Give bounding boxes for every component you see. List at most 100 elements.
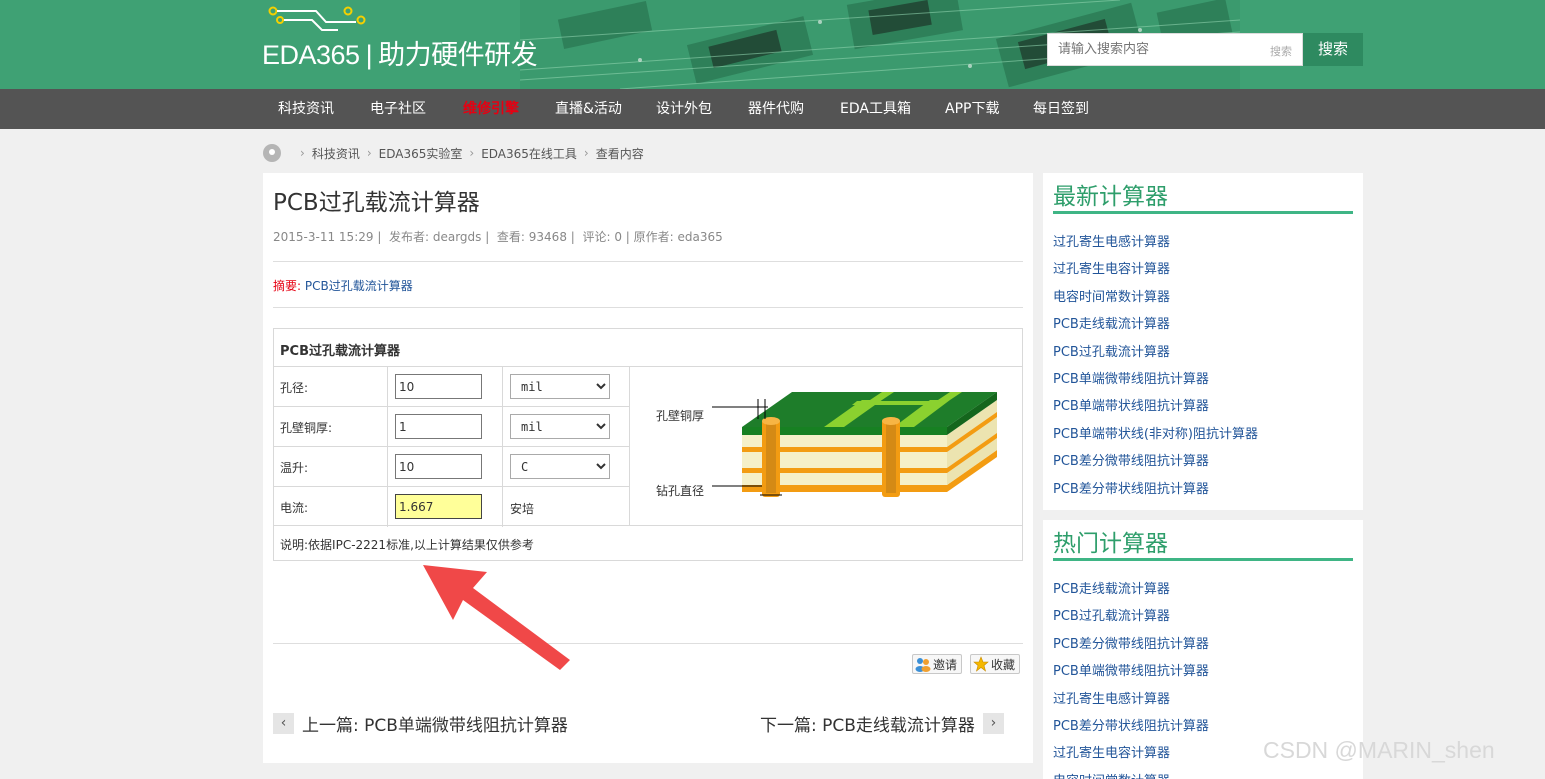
article-summary: 摘要: PCB过孔载流计算器 bbox=[273, 277, 413, 294]
chevron-right-icon: › bbox=[469, 146, 475, 160]
sidebar-link[interactable]: 过孔寄生电容计算器 bbox=[1053, 742, 1209, 769]
calculator-title: PCB过孔载流计算器 bbox=[274, 329, 1022, 367]
nav-item-live-events[interactable]: 直播&活动 bbox=[555, 89, 622, 129]
sidebar-link[interactable]: PCB差分微带线阻抗计算器 bbox=[1053, 450, 1258, 477]
red-arrow-annotation bbox=[423, 565, 570, 670]
publisher[interactable]: 发布者: deargds bbox=[389, 230, 481, 244]
field-label: 孔径: bbox=[280, 381, 309, 395]
wall-thickness-unit-select[interactable]: mil bbox=[510, 414, 610, 439]
invite-label: 邀请 bbox=[933, 657, 958, 672]
star-icon bbox=[973, 656, 989, 672]
nav-item-tech-news[interactable]: 科技资讯 bbox=[278, 89, 334, 129]
article-card: PCB过孔载流计算器 2015-3-11 15:29 | 发布者: deargd… bbox=[263, 173, 1033, 763]
sidebar-link[interactable]: PCB差分带状线阻抗计算器 bbox=[1053, 478, 1258, 505]
drill-diameter-label: 钻孔直径 bbox=[656, 484, 705, 498]
favorite-label: 收藏 bbox=[991, 657, 1016, 672]
summary-text: PCB过孔载流计算器 bbox=[304, 279, 413, 293]
field-label: 电流: bbox=[280, 501, 309, 515]
chevron-right-icon: › bbox=[583, 146, 589, 160]
nav-item-parts-purchase[interactable]: 器件代购 bbox=[748, 89, 804, 129]
logo-text: EDA365 bbox=[262, 40, 360, 70]
circuit-trace-icon bbox=[268, 6, 366, 31]
page-title: PCB过孔载流计算器 bbox=[273, 190, 480, 216]
search-box: 搜索 bbox=[1047, 33, 1303, 66]
sidebar-link[interactable]: PCB单端带状线阻抗计算器 bbox=[1053, 395, 1258, 422]
site-logo[interactable]: EDA365 | 助力硬件研发 bbox=[262, 33, 538, 72]
calculator-note: 说明:依据IPC-2221标准,以上计算结果仅供参考 bbox=[280, 538, 534, 552]
site-header: EDA365|助力硬件研发 搜索 搜索 bbox=[0, 0, 1545, 89]
site-slogan: 助力硬件研发 bbox=[378, 40, 538, 70]
row-temperature-rise: 温升: C bbox=[274, 447, 629, 487]
breadcrumb-item: 查看内容 bbox=[595, 146, 644, 161]
users-icon bbox=[915, 658, 931, 672]
sidebar-link[interactable]: 电容时间常数计算器 bbox=[1053, 286, 1258, 313]
divider bbox=[273, 307, 1023, 308]
sidebar-latest-calculators: 最新计算器 过孔寄生电感计算器 过孔寄生电容计算器 电容时间常数计算器 PCB走… bbox=[1043, 173, 1363, 510]
sidebar-link[interactable]: PCB单端带状线(非对称)阻抗计算器 bbox=[1053, 423, 1258, 450]
sidebar-link[interactable]: 过孔寄生电容计算器 bbox=[1053, 258, 1258, 285]
chevron-right-icon: › bbox=[366, 146, 372, 160]
nav-item-repair-engine[interactable]: 维修引擎 bbox=[463, 89, 519, 129]
chevron-right-icon: › bbox=[300, 146, 305, 160]
sidebar-heading: 最新计算器 bbox=[1053, 184, 1168, 210]
nav-item-outsourcing[interactable]: 设计外包 bbox=[656, 89, 712, 129]
row-hole-diameter: 孔径: mil bbox=[274, 367, 629, 407]
pcb-via-diagram: 孔壁铜厚 钻孔直径 bbox=[642, 375, 1002, 519]
sidebar-link[interactable]: 电容时间常数计算器 bbox=[1053, 770, 1209, 779]
main-nav: 科技资讯 电子社区 维修引擎 直播&活动 设计外包 器件代购 EDA工具箱 AP… bbox=[0, 89, 1545, 129]
breadcrumb-item[interactable]: 科技资讯 bbox=[312, 145, 360, 162]
sidebar-heading: 热门计算器 bbox=[1053, 531, 1168, 557]
invite-button[interactable]: 邀请 bbox=[912, 654, 963, 674]
temperature-rise-input[interactable] bbox=[395, 454, 482, 479]
field-label: 温升: bbox=[280, 461, 309, 475]
csdn-watermark: CSDN @MARIN_shen bbox=[1263, 737, 1495, 763]
view-count: 查看: 93468 bbox=[496, 230, 567, 244]
sidebar-link[interactable]: PCB差分带状线阻抗计算器 bbox=[1053, 715, 1209, 742]
comment-count: 评论: 0 bbox=[582, 230, 622, 244]
nav-item-daily-checkin[interactable]: 每日签到 bbox=[1033, 89, 1089, 129]
breadcrumb-item[interactable]: EDA365在线工具 bbox=[481, 145, 577, 162]
search-button[interactable]: 搜索 bbox=[1303, 33, 1363, 66]
row-wall-copper-thickness: 孔壁铜厚: mil bbox=[274, 407, 629, 447]
prev-article-link[interactable]: ‹ 上一篇: PCB单端微带线阻抗计算器 bbox=[273, 711, 568, 736]
prev-article-label: 上一篇: PCB单端微带线阻抗计算器 bbox=[302, 716, 568, 736]
sidebar-link[interactable]: 过孔寄生电感计算器 bbox=[1053, 688, 1209, 715]
location-pin-icon bbox=[263, 144, 281, 162]
current-unit: 安培 bbox=[510, 502, 535, 516]
sidebar-link[interactable]: PCB过孔载流计算器 bbox=[1053, 341, 1258, 368]
hole-diameter-unit-select[interactable]: mil bbox=[510, 374, 610, 399]
sidebar-link[interactable]: PCB走线载流计算器 bbox=[1053, 313, 1258, 340]
current-result-field[interactable] bbox=[395, 494, 482, 519]
nav-item-eda-tools[interactable]: EDA工具箱 bbox=[840, 89, 911, 129]
breadcrumb: › 科技资讯 › EDA365实验室 › EDA365在线工具 › 查看内容 bbox=[263, 143, 644, 163]
search-hint: 搜索 bbox=[1270, 45, 1292, 58]
summary-label: 摘要: bbox=[273, 279, 302, 293]
temperature-unit-select[interactable]: C bbox=[510, 454, 610, 479]
publish-date: 2015-3-11 15:29 bbox=[273, 230, 374, 244]
nav-item-community[interactable]: 电子社区 bbox=[370, 89, 426, 129]
divider bbox=[273, 261, 1023, 262]
via-current-calculator: PCB过孔载流计算器 孔径: mil 孔壁铜厚: mil 温升: C 电流: 安… bbox=[273, 328, 1023, 561]
sidebar-link[interactable]: PCB单端微带线阻抗计算器 bbox=[1053, 368, 1258, 395]
row-current: 电流: 安培 bbox=[274, 487, 629, 527]
sidebar-link[interactable]: PCB过孔载流计算器 bbox=[1053, 605, 1209, 632]
next-article-label: 下一篇: PCB走线载流计算器 bbox=[760, 716, 975, 736]
field-label: 孔壁铜厚: bbox=[280, 421, 333, 435]
wall-thickness-input[interactable] bbox=[395, 414, 482, 439]
sidebar-link[interactable]: PCB差分微带线阻抗计算器 bbox=[1053, 633, 1209, 660]
sidebar-link[interactable]: PCB单端微带线阻抗计算器 bbox=[1053, 660, 1209, 687]
next-article-link[interactable]: 下一篇: PCB走线载流计算器 › bbox=[760, 711, 1004, 736]
chevron-left-icon: ‹ bbox=[273, 713, 294, 734]
search-input[interactable] bbox=[1048, 34, 1248, 65]
divider bbox=[273, 643, 1023, 644]
wall-thickness-label: 孔壁铜厚 bbox=[656, 409, 705, 423]
breadcrumb-item[interactable]: EDA365实验室 bbox=[379, 145, 463, 162]
nav-item-app-download[interactable]: APP下载 bbox=[945, 89, 999, 129]
sidebar-link[interactable]: 过孔寄生电感计算器 bbox=[1053, 231, 1258, 258]
hole-diameter-input[interactable] bbox=[395, 374, 482, 399]
chevron-right-icon: › bbox=[982, 713, 1004, 734]
original-author: 原作者: eda365 bbox=[633, 230, 723, 244]
favorite-button[interactable]: 收藏 bbox=[970, 654, 1021, 674]
sidebar-link[interactable]: PCB走线载流计算器 bbox=[1053, 578, 1209, 605]
article-meta: 2015-3-11 15:29 | 发布者: deargds | 查看: 934… bbox=[273, 230, 723, 244]
